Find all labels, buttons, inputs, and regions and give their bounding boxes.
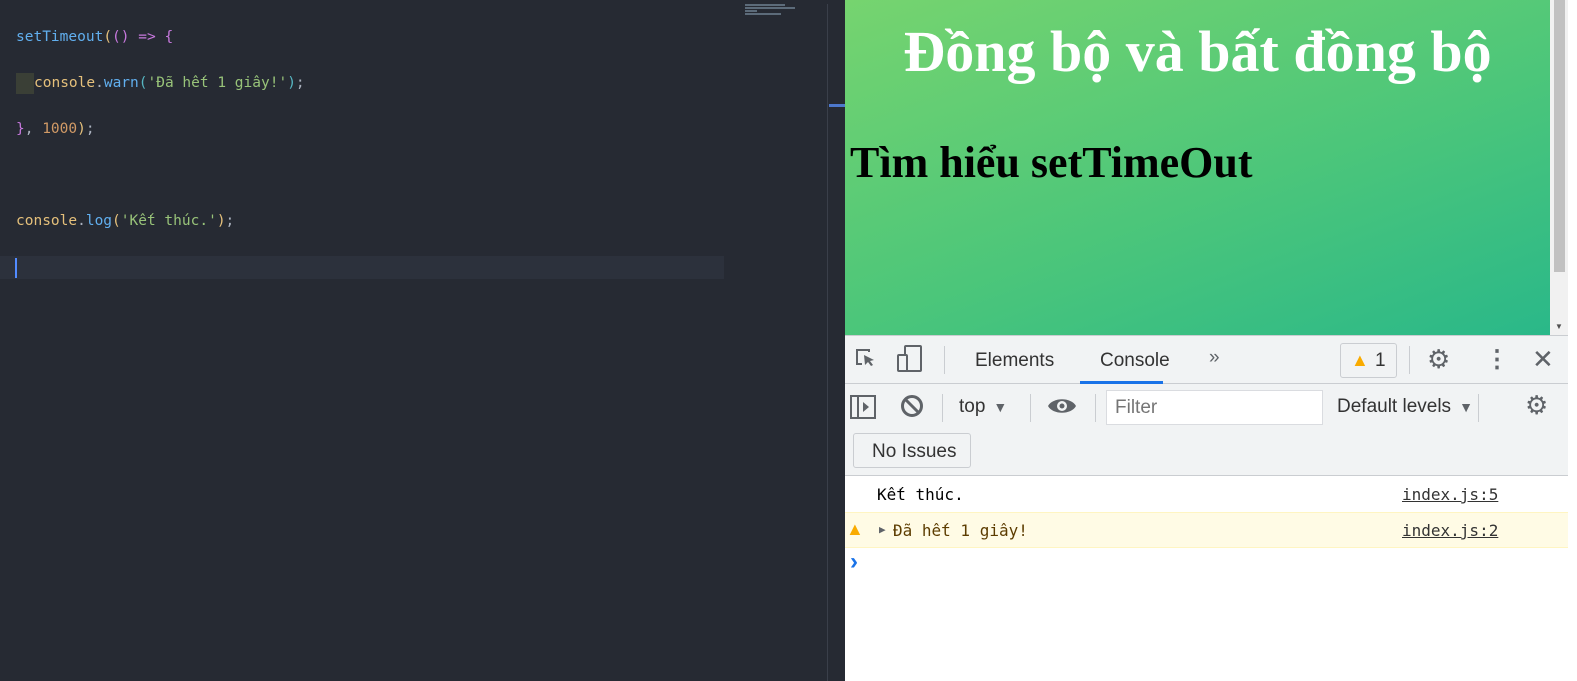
dropdown-arrow-icon: ▼ xyxy=(1459,399,1473,415)
close-icon[interactable]: ✕ xyxy=(1532,344,1554,375)
tab-console[interactable]: Console xyxy=(1100,350,1170,372)
settings-gear-icon[interactable]: ⚙ xyxy=(1427,344,1450,375)
token: ( xyxy=(138,75,148,91)
sidebar-toggle-icon[interactable] xyxy=(850,395,876,425)
issues-bar: No Issues xyxy=(845,430,1568,476)
token: console xyxy=(16,213,78,229)
console-message-log: Kết thúc. index.js:5 xyxy=(845,477,1568,513)
token: . xyxy=(95,75,104,91)
token: ; xyxy=(295,75,305,91)
console-prompt[interactable]: › xyxy=(850,548,1568,578)
divider xyxy=(1478,394,1479,422)
scroll-down-icon[interactable]: ▼ xyxy=(1555,322,1563,331)
prompt-chevron-icon: › xyxy=(850,548,858,575)
devtools-tabbar: Elements Console » ▲ 1 ⚙ ⋮ ✕ xyxy=(845,336,1568,384)
token: log xyxy=(85,213,113,229)
token: } xyxy=(16,121,25,137)
minimap[interactable] xyxy=(745,4,825,16)
console-settings-gear-icon[interactable]: ⚙ xyxy=(1525,390,1548,421)
more-options-icon[interactable]: ⋮ xyxy=(1485,345,1509,374)
no-issues-button[interactable]: No Issues xyxy=(853,433,971,468)
console-toolbar: top ▼ Default levels ▼ ⚙ xyxy=(845,384,1568,430)
token: warn xyxy=(103,75,139,91)
live-expression-eye-icon[interactable] xyxy=(1047,394,1077,424)
dropdown-arrow-icon: ▼ xyxy=(993,399,1008,415)
clear-console-icon[interactable] xyxy=(900,394,924,424)
devtools-panel: Elements Console » ▲1 ⚙ ⋮ ✕ top▼ Default… xyxy=(845,335,1568,681)
token: ) xyxy=(77,121,86,137)
code-editor[interactable]: setTimeout(() => { console.warn('Đã hết … xyxy=(0,0,828,681)
editor-scrollbar[interactable] xyxy=(827,4,845,681)
warning-icon: ▲ xyxy=(1351,350,1369,370)
log-levels-dropdown[interactable]: Default levels ▼ xyxy=(1337,396,1473,418)
message-text[interactable]: Đã hết 1 giây! xyxy=(893,521,1028,540)
more-tabs-icon[interactable]: » xyxy=(1209,347,1220,369)
expand-triangle-icon[interactable]: ▶ xyxy=(879,523,886,536)
code-text[interactable]: setTimeout(() => { console.warn('Đã hết … xyxy=(0,3,724,302)
token: => xyxy=(129,29,165,45)
filter-input[interactable] xyxy=(1106,390,1323,425)
page-title: Đồng bộ và bất đồng bộ xyxy=(903,19,1492,84)
tab-elements[interactable]: Elements xyxy=(975,350,1054,372)
source-link[interactable]: index.js:5 xyxy=(1402,485,1498,504)
token: ( xyxy=(112,213,121,229)
divider xyxy=(942,394,943,422)
token: () xyxy=(112,29,130,45)
levels-value: Default levels xyxy=(1337,396,1452,417)
device-toolbar-icon[interactable] xyxy=(897,345,923,379)
token: ; xyxy=(225,213,235,229)
webpage: Đồng bộ và bất đồng bộ Tìm hiểu setTimeO… xyxy=(845,0,1550,335)
divider xyxy=(1095,394,1096,422)
page-scrollbar[interactable]: ▼ xyxy=(1550,0,1568,335)
warnings-button[interactable]: ▲ 1 xyxy=(1340,343,1397,378)
text-cursor xyxy=(15,258,17,278)
token: 'Kết thúc.' xyxy=(120,213,217,229)
inspect-element-icon[interactable] xyxy=(853,346,877,376)
source-link[interactable]: index.js:2 xyxy=(1402,521,1498,540)
console-message-warn: ▲ ▶ Đã hết 1 giây! index.js:2 xyxy=(845,512,1568,548)
token: ; xyxy=(85,121,95,137)
current-line xyxy=(0,256,724,279)
message-text[interactable]: Kết thúc. xyxy=(877,485,964,504)
context-selector[interactable]: top ▼ xyxy=(959,396,1007,418)
indent-guide xyxy=(16,72,34,94)
divider xyxy=(1030,394,1031,422)
warning-icon: ▲ xyxy=(846,519,864,539)
token: ) xyxy=(287,75,296,91)
token: . xyxy=(77,213,86,229)
cursor-marker xyxy=(829,104,845,107)
warning-count: 1 xyxy=(1375,350,1386,371)
token: 'Đã hết 1 giây!' xyxy=(147,75,288,91)
divider xyxy=(944,346,945,374)
token: console xyxy=(34,75,96,91)
token: setTimeout xyxy=(16,29,104,45)
page-subtitle: Tìm hiểu setTimeOut xyxy=(850,138,1253,187)
scrollbar-thumb[interactable] xyxy=(1554,0,1565,272)
token: ) xyxy=(216,213,226,229)
token: 1000 xyxy=(42,121,78,137)
context-value: top xyxy=(959,396,986,417)
divider xyxy=(1409,346,1410,374)
browser-window: Đồng bộ và bất đồng bộ Tìm hiểu setTimeO… xyxy=(845,0,1577,681)
token: , xyxy=(24,121,43,137)
token: { xyxy=(164,29,174,45)
token: ( xyxy=(103,29,113,45)
